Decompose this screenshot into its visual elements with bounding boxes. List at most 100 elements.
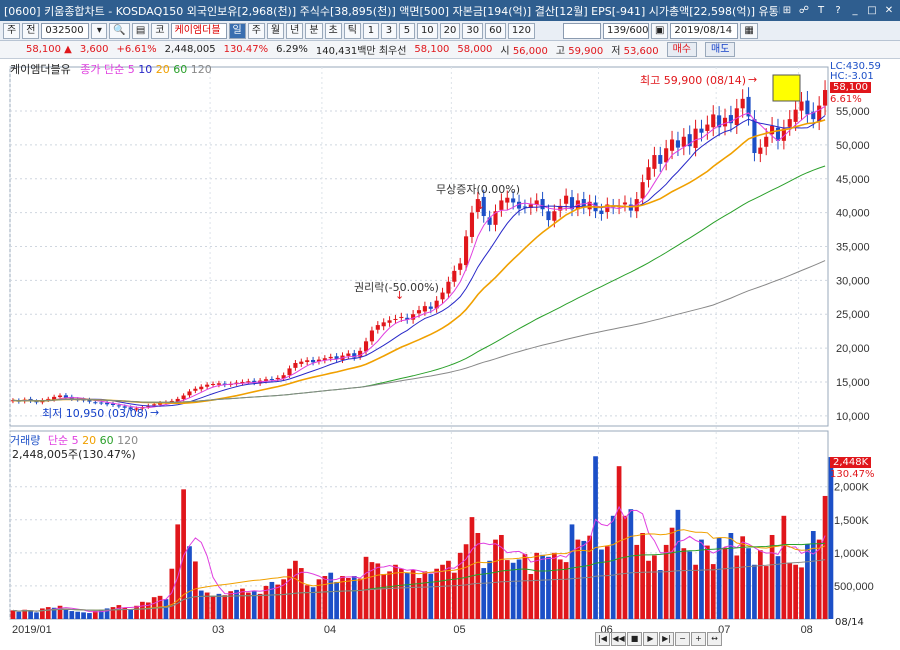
candle-body (63, 395, 68, 398)
search-icon[interactable]: 🔍 (109, 22, 130, 39)
interval-60[interactable]: 60 (485, 22, 506, 39)
stock-name-field[interactable]: 케이엠더블 (170, 22, 227, 39)
price-volume-chart[interactable]: 10,000 15,000 20,000 25,000 30,000 35,000 40,0… (0, 59, 900, 650)
volume-bar (363, 556, 369, 619)
market-select[interactable]: 주 (3, 22, 21, 39)
tab-second[interactable]: 초 (324, 22, 342, 39)
candle-body (758, 147, 763, 154)
volume-bar (87, 613, 92, 619)
volume-tick-label: 1,500K (834, 515, 870, 527)
tab-monthly[interactable]: 월 (266, 22, 285, 39)
candle-body (422, 306, 427, 312)
buy-button[interactable]: 매수 (666, 42, 697, 57)
last-pct-tag: 6.61% (830, 94, 862, 105)
link-icon[interactable]: ☍ (797, 4, 811, 18)
volume-bar (722, 547, 728, 619)
volume-bar (404, 572, 410, 619)
interval-3[interactable]: 3 (380, 22, 397, 39)
candle-body (599, 210, 604, 214)
volume-bar (681, 548, 687, 619)
candle-body (93, 402, 98, 404)
zoom-in-icon[interactable]: + (691, 632, 706, 646)
interval-1[interactable]: 1 (362, 22, 379, 39)
interval-120[interactable]: 120 (507, 22, 535, 39)
candle-body (734, 108, 739, 126)
zoom-out-icon[interactable]: − (675, 632, 690, 646)
volume-bar (16, 611, 22, 619)
minimize-icon[interactable]: _ (848, 4, 862, 18)
price-legend-name: 케이엠더블유 (10, 63, 71, 76)
volume-bar (410, 570, 416, 619)
prev-icon[interactable]: ◀◀ (611, 632, 626, 646)
period-select[interactable]: 전 (22, 22, 40, 39)
tab-minute[interactable]: 분 (305, 22, 323, 39)
volume-bar (546, 556, 551, 619)
volume-bar (222, 595, 228, 619)
dropdown-icon[interactable]: ▾ (91, 22, 108, 39)
volume-bar (652, 555, 657, 619)
help-icon[interactable]: ? (831, 4, 845, 18)
volume-bar (381, 574, 387, 619)
volume-bar (75, 611, 81, 619)
candle-body (469, 212, 475, 237)
high-annotation: 최고 59,900 (08/14) (640, 74, 747, 87)
volume-bar (375, 563, 381, 619)
maximize-icon[interactable]: □ (865, 4, 879, 18)
candle-body (458, 263, 463, 270)
candle-body (793, 109, 798, 122)
volume-bar (63, 609, 69, 619)
candle-body (311, 359, 316, 363)
interval-30[interactable]: 30 (462, 22, 484, 39)
next-icon[interactable]: ▶ (643, 632, 658, 646)
volume-bar (569, 524, 575, 619)
x-tick-label: 03 (212, 624, 224, 636)
volume-bar (34, 612, 39, 619)
interval-5[interactable]: 5 (398, 22, 415, 39)
stock-type-icon[interactable]: 코 (151, 22, 169, 39)
tab-weekly[interactable]: 주 (247, 22, 265, 39)
price-change-pct: +6.61% (116, 44, 157, 55)
open-price: 시 56,000 (500, 46, 548, 57)
tool-icon[interactable]: T (814, 4, 828, 18)
volume-bar (28, 611, 33, 619)
volume-bar (334, 581, 339, 619)
candle-body (693, 128, 698, 148)
pin-icon[interactable]: ⊞ (780, 4, 794, 18)
period-field[interactable] (562, 22, 601, 39)
last-icon[interactable]: ▶| (659, 632, 674, 646)
sell-button[interactable]: 매도 (705, 42, 736, 57)
price-tick-label: 25,000 (836, 309, 870, 321)
info-icon[interactable]: ▤ (131, 22, 150, 39)
close-icon[interactable]: ✕ (882, 4, 896, 18)
tab-tick[interactable]: 틱 (343, 22, 361, 39)
interval-20[interactable]: 20 (439, 22, 461, 39)
count-field[interactable]: 139/600 (602, 22, 649, 39)
candle-body (393, 318, 398, 320)
ma20-label: 20 (155, 63, 170, 76)
candle-body (564, 195, 569, 204)
candle-body (275, 377, 280, 380)
candle-body (464, 236, 469, 266)
volume-bar (516, 559, 522, 619)
stop-icon[interactable]: ■ (627, 632, 642, 646)
volume-bar (816, 539, 822, 619)
reset-icon[interactable]: ↔ (707, 632, 722, 646)
window-titlebar: [0600] 키움종합차트 - KOSDAQ150 외국인보유[2,968(천)… (0, 0, 900, 21)
interval-10[interactable]: 10 (416, 22, 438, 39)
date-field[interactable]: 2019/08/14 (670, 22, 739, 39)
calendar-icon[interactable]: ▦ (740, 22, 758, 39)
candle-body (675, 140, 680, 148)
chart-area[interactable]: 10,000 15,000 20,000 25,000 30,000 35,000 40,0… (0, 59, 900, 650)
candle-body (99, 402, 104, 404)
volume-bar (628, 509, 634, 619)
volume-bar (322, 576, 328, 619)
candle-body (446, 281, 451, 294)
volume-bar (799, 567, 804, 619)
first-icon[interactable]: |◀ (595, 632, 610, 646)
stock-code-input[interactable]: 032500 (41, 22, 90, 39)
chart-settings-icon[interactable]: ▣ (650, 22, 669, 39)
tab-yearly[interactable]: 년 (286, 22, 304, 39)
tab-daily[interactable]: 일 (228, 22, 246, 39)
volume-bar (675, 509, 681, 619)
candle-body (681, 136, 686, 147)
